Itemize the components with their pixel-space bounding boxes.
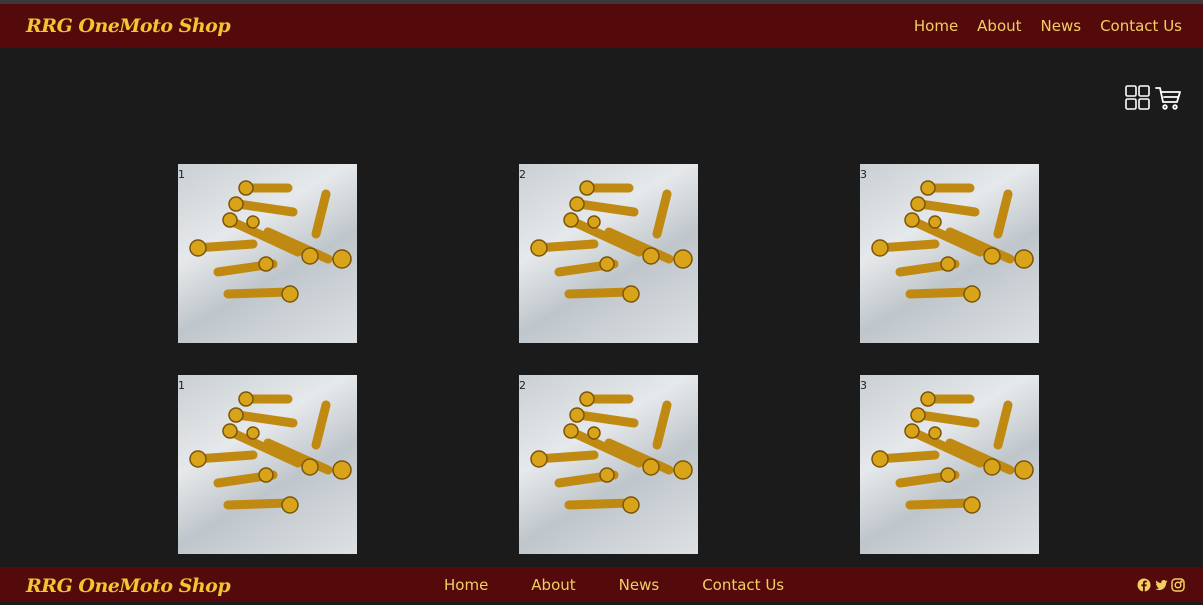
instagram-icon[interactable]: [1171, 577, 1185, 592]
nav-contact-link[interactable]: Contact Us: [1100, 4, 1182, 48]
site-header: RRG OneMoto Shop Home About News Contact…: [0, 4, 1203, 48]
brand-logo[interactable]: RRG OneMoto Shop: [26, 4, 231, 48]
view-toolbar: [1124, 84, 1182, 115]
main-nav: Home About News Contact Us: [914, 4, 1182, 48]
footer-news-link[interactable]: News: [619, 567, 660, 602]
nav-home-link[interactable]: Home: [914, 4, 958, 48]
twitter-icon[interactable]: [1154, 577, 1168, 591]
site-footer: RRG OneMoto Shop Home About News Contact…: [0, 567, 1203, 602]
product-image: [530, 180, 693, 303]
product-image: [189, 180, 352, 303]
product-card[interactable]: 1: [178, 164, 357, 343]
product-label: 2: [519, 168, 526, 181]
footer-contact-link[interactable]: Contact Us: [702, 567, 784, 602]
facebook-icon[interactable]: [1137, 577, 1151, 592]
footer-nav: Home About News Contact Us: [444, 567, 784, 602]
nav-news-link[interactable]: News: [1041, 4, 1082, 48]
grid-view-icon[interactable]: [1124, 84, 1151, 115]
footer-brand-logo[interactable]: RRG OneMoto Shop: [26, 567, 231, 602]
product-card[interactable]: 3: [860, 375, 1039, 554]
product-label: 1: [178, 168, 185, 181]
product-card[interactable]: 1: [178, 375, 357, 554]
product-image: [871, 391, 1034, 514]
cart-icon[interactable]: [1155, 84, 1182, 115]
product-card[interactable]: 2: [519, 375, 698, 554]
product-label: 3: [860, 168, 867, 181]
product-card[interactable]: 3: [860, 164, 1039, 343]
product-image: [871, 180, 1034, 303]
product-label: 2: [519, 379, 526, 392]
nav-about-link[interactable]: About: [977, 4, 1021, 48]
footer-about-link[interactable]: About: [531, 567, 575, 602]
product-label: 3: [860, 379, 867, 392]
social-links: [1137, 577, 1185, 592]
footer-home-link[interactable]: Home: [444, 567, 488, 602]
product-image: [530, 391, 693, 514]
product-card[interactable]: 2: [519, 164, 698, 343]
product-image: [189, 391, 352, 514]
product-grid: 1 2 3 1 2 3: [178, 164, 1039, 554]
product-label: 1: [178, 379, 185, 392]
